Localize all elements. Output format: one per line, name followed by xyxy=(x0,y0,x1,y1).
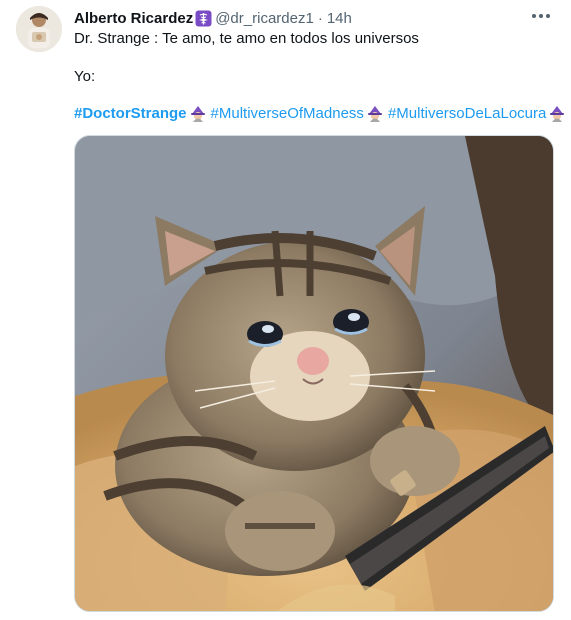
caduceus-badge-icon xyxy=(195,10,212,27)
author-handle[interactable]: @dr_ricardez1 xyxy=(215,10,314,27)
separator-dot: · xyxy=(317,9,323,27)
mage-emoji-icon xyxy=(366,105,384,123)
tweet-media-photo[interactable] xyxy=(74,135,554,612)
mage-emoji-icon xyxy=(548,105,566,123)
mage-emoji-icon xyxy=(189,105,207,123)
more-options-icon[interactable] xyxy=(529,6,553,26)
avatar-image xyxy=(16,6,62,52)
tweet[interactable]: Alberto Ricardez @dr_ricardez1 · 14h Dr.… xyxy=(0,0,571,620)
tweet-text-line-1: Dr. Strange : Te amo, te amo en todos lo… xyxy=(74,30,419,47)
hashtag-link[interactable]: #MultiversoDeLaLocura xyxy=(388,104,546,124)
hashtag-link[interactable]: #DoctorStrange xyxy=(74,104,187,124)
hashtag-row: #DoctorStrange #MultiverseOfMadness #Mul… xyxy=(74,104,570,124)
author-name[interactable]: Alberto Ricardez xyxy=(74,10,193,27)
avatar[interactable] xyxy=(16,6,62,52)
crying-cat-photo xyxy=(75,136,553,611)
tweet-header: Alberto Ricardez @dr_ricardez1 · 14h xyxy=(74,8,352,28)
tweet-text-line-2: Yo: xyxy=(74,68,96,85)
hashtag-link[interactable]: #MultiverseOfMadness xyxy=(211,104,364,124)
tweet-timestamp[interactable]: 14h xyxy=(327,10,352,27)
